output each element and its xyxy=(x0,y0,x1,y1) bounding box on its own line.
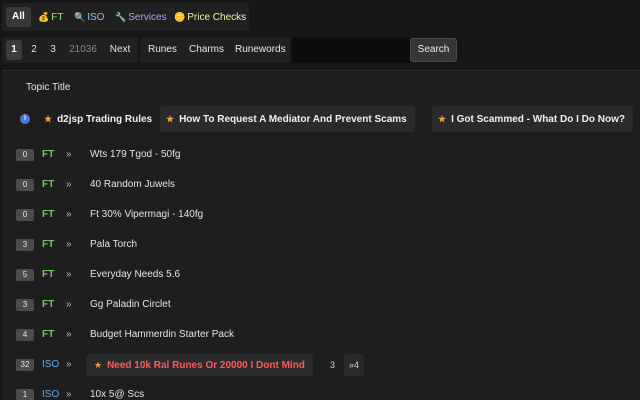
page-last-link[interactable]: 21036 xyxy=(66,40,100,60)
topic-arrow: » xyxy=(66,239,72,250)
topic-page-link[interactable]: 3 xyxy=(330,354,335,376)
reply-count-badge: 0 xyxy=(16,149,34,161)
topic-type-label: FT xyxy=(42,209,55,220)
search-input[interactable] xyxy=(292,37,410,63)
topic-arrow: » xyxy=(66,389,72,400)
info-icon: i xyxy=(20,114,30,124)
topic-last-page-link[interactable]: »4 xyxy=(344,354,365,376)
topic-title-link[interactable]: 40 Random Juwels xyxy=(90,178,175,192)
reply-count-badge: 4 xyxy=(16,329,34,341)
topic-arrow: » xyxy=(66,269,72,280)
topic-type-label: ISO xyxy=(42,389,60,400)
sticky-topic-title: I Got Scammed - What Do I Do Now? xyxy=(451,114,625,125)
table-row: 32 ISO » ★ Need 10k Ral Runes Or 20000 I … xyxy=(2,354,640,376)
reply-count-badge: 5 xyxy=(16,269,34,281)
star-icon: ★ xyxy=(166,114,175,124)
page-2-link[interactable]: 2 xyxy=(27,40,41,60)
category-runewords-link[interactable]: Runewords xyxy=(235,40,286,60)
magnifier-icon: 🔍 xyxy=(74,12,86,22)
tab-services-label: Services xyxy=(128,12,167,23)
table-row: 3 FT » Gg Paladin Circlet xyxy=(2,294,640,316)
topic-type-label: FT xyxy=(42,179,55,190)
table-row: 0 FT » Ft 30% Vipermagi - 140fg xyxy=(2,204,640,226)
reply-count-badge: 0 xyxy=(16,209,34,221)
sticky-topics-row: i ★ d2jsp Trading Rules ★ How To Request A… xyxy=(2,106,640,134)
topic-type-label: ISO xyxy=(42,359,60,370)
tab-price-checks-label: Price Checks xyxy=(187,12,247,23)
topic-title-link[interactable]: Everyday Needs 5.6 xyxy=(90,268,180,282)
category-links: Runes Charms Runewords xyxy=(140,37,290,63)
star-icon: ★ xyxy=(94,360,103,370)
topic-title-link[interactable]: Wts 179 Tgod - 50fg xyxy=(90,148,180,162)
reply-count-badge: 1 xyxy=(16,389,34,400)
topic-arrow: » xyxy=(66,179,72,190)
tab-price-checks[interactable]: 🪙 Price Checks xyxy=(174,7,246,27)
table-row: 0 FT » Wts 179 Tgod - 50fg xyxy=(2,144,640,166)
category-runes-link[interactable]: Runes xyxy=(148,40,177,60)
hot-topic-title: Need 10k Ral Runes Or 20000 I Dont Mind xyxy=(107,360,305,371)
table-row: 1 ISO » 10x 5@ Scs xyxy=(2,384,640,400)
page-1-link[interactable]: 1 xyxy=(6,40,22,60)
tab-services[interactable]: 🔧 Services xyxy=(115,7,167,27)
star-icon: ★ xyxy=(438,114,447,124)
topic-title-link[interactable]: Budget Hammerdin Starter Pack xyxy=(90,328,234,342)
reply-count-badge: 32 xyxy=(16,359,34,371)
table-row: 0 FT » 40 Random Juwels xyxy=(2,174,640,196)
topic-type-label: FT xyxy=(42,269,55,280)
tab-all[interactable]: All xyxy=(6,7,31,27)
reply-count-badge: 3 xyxy=(16,299,34,311)
wrench-icon: 🔧 xyxy=(115,12,127,22)
reply-count-badge: 0 xyxy=(16,179,34,191)
page-next-link[interactable]: Next xyxy=(106,40,134,60)
topic-arrow: » xyxy=(66,209,72,220)
forum-page: All 💰 FT 🔍 ISO 🔧 Services 🪙 Price Checks 1 2… xyxy=(0,0,640,400)
sticky-topic-title: How To Request A Mediator And Prevent Sc… xyxy=(179,114,407,125)
tab-iso[interactable]: 🔍 ISO xyxy=(74,7,104,27)
page-3-link[interactable]: 3 xyxy=(46,40,60,60)
sticky-topic[interactable]: ★ d2jsp Trading Rules xyxy=(44,106,160,132)
category-charms-link[interactable]: Charms xyxy=(189,40,224,60)
topic-type-label: FT xyxy=(42,239,55,250)
topic-title-link[interactable]: 10x 5@ Scs xyxy=(90,388,144,400)
sticky-topic[interactable]: ★ I Got Scammed - What Do I Do Now? xyxy=(432,106,633,132)
tab-ft[interactable]: 💰 FT xyxy=(38,7,63,27)
table-row: 5 FT » Everyday Needs 5.6 xyxy=(2,264,640,286)
tab-iso-label: ISO xyxy=(87,12,105,23)
tab-all-label: All xyxy=(12,11,25,22)
search-button[interactable]: Search xyxy=(410,38,457,62)
star-icon: ★ xyxy=(44,114,53,124)
table-row: 3 FT » Pala Torch xyxy=(2,234,640,256)
topic-type-label: FT xyxy=(42,299,55,310)
topic-title-link[interactable]: Gg Paladin Circlet xyxy=(90,298,171,312)
topic-arrow: » xyxy=(66,359,72,370)
topic-type-label: FT xyxy=(42,329,55,340)
pagination: 1 2 3 21036 Next xyxy=(2,37,138,63)
topic-title-link[interactable]: Pala Torch xyxy=(90,238,137,252)
topic-title-link[interactable]: ★ Need 10k Ral Runes Or 20000 I Dont Mind xyxy=(86,354,313,376)
sticky-topic-title: d2jsp Trading Rules xyxy=(57,114,153,125)
topic-arrow: » xyxy=(66,149,72,160)
topic-title-link[interactable]: Ft 30% Vipermagi - 140fg xyxy=(90,208,203,222)
coin-icon: 🪙 xyxy=(174,12,186,22)
topic-arrow: » xyxy=(66,329,72,340)
topic-table: Topic Title i ★ d2jsp Trading Rules ★ How … xyxy=(2,70,640,400)
reply-count-badge: 3 xyxy=(16,239,34,251)
topic-arrow: » xyxy=(66,299,72,310)
topic-type-label: FT xyxy=(42,149,55,160)
money-bag-icon: 💰 xyxy=(38,12,50,22)
tab-ft-label: FT xyxy=(51,12,64,23)
column-header-topic-title: Topic Title xyxy=(26,82,71,93)
table-row: 4 FT » Budget Hammerdin Starter Pack xyxy=(2,324,640,346)
sticky-topic[interactable]: ★ How To Request A Mediator And Prevent S… xyxy=(160,106,415,132)
filter-tabs: All 💰 FT 🔍 ISO 🔧 Services 🪙 Price Checks xyxy=(2,3,249,31)
